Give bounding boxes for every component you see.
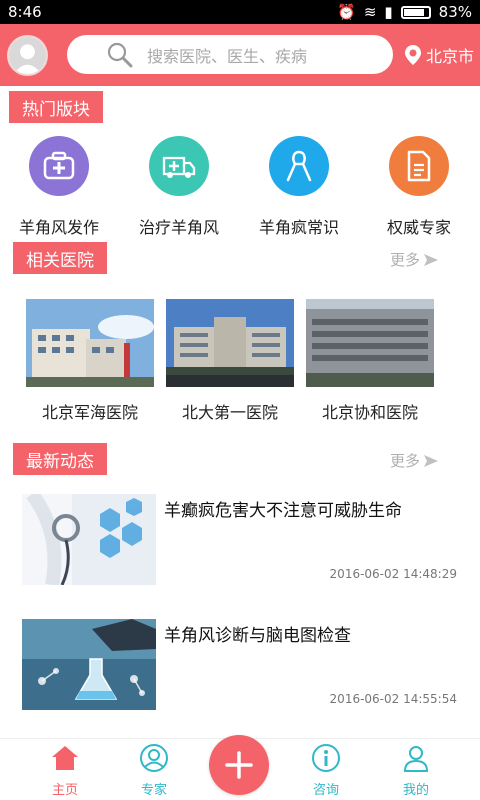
more-label: 更多 [390, 452, 421, 470]
nav-home[interactable]: 主页 [35, 743, 95, 798]
status-bar: 8:46 ⏰ ≋ ▮ 83% [0, 0, 480, 24]
hospital-name: 北京协和医院 [321, 403, 418, 422]
location-label: 北京市 [426, 47, 475, 66]
hospital-name: 北京军海医院 [41, 403, 138, 422]
arrow-right-icon [424, 454, 439, 467]
nav-experts[interactable]: 专家 [124, 743, 184, 798]
nav-label: 咨询 [312, 783, 339, 798]
info-icon [312, 744, 340, 772]
hot-item-label: 治疗羊角风 [138, 218, 219, 237]
search-icon [107, 42, 133, 68]
search-bar[interactable]: 搜索医院、医生、疾病 [67, 35, 393, 74]
hot-item-label: 羊角疯常识 [258, 218, 339, 237]
hot-item-label: 权威专家 [386, 218, 451, 237]
person-icon [403, 746, 429, 772]
status-indicators: ⏰ ≋ ▮ 83% [337, 3, 472, 21]
ribbon-icon [286, 150, 312, 182]
news-thumbnail [22, 494, 156, 585]
search-placeholder: 搜索医院、医生、疾病 [147, 47, 308, 66]
wifi-icon: ≋ [363, 3, 377, 21]
hospital-card-peking-union[interactable]: 北京协和医院 [306, 299, 434, 423]
document-icon [407, 150, 431, 182]
app-screen: 8:46 ⏰ ≋ ▮ 83% 搜索医院、医生、疾病 北京市 热门版块 羊角风发作… [0, 0, 480, 800]
news-thumbnail [22, 619, 156, 710]
status-time: 8:46 [8, 3, 42, 21]
hot-item-icon-bg [389, 136, 449, 196]
nav-label: 主页 [51, 783, 78, 798]
hot-item-seizure[interactable]: 羊角风发作 [4, 136, 114, 238]
hot-item-knowledge[interactable]: 羊角疯常识 [244, 136, 354, 238]
plus-icon [225, 751, 253, 779]
medical-kit-icon [43, 151, 75, 180]
user-avatar[interactable] [7, 35, 48, 76]
news-timestamp: 2016-06-02 14:48:29 [329, 567, 457, 581]
app-header: 搜索医院、医生、疾病 北京市 [0, 24, 480, 86]
news-title: 羊角风诊断与脑电图检查 [164, 626, 351, 646]
add-button[interactable] [209, 735, 269, 795]
arrow-right-icon [424, 253, 439, 266]
section-title-hospitals: 相关医院 [13, 242, 107, 274]
more-hospitals-link[interactable]: 更多 [390, 249, 439, 270]
lab-flask-image [22, 619, 156, 710]
hot-item-experts[interactable]: 权威专家 [364, 136, 474, 238]
location-selector[interactable]: 北京市 [404, 43, 474, 67]
stethoscope-image [22, 494, 156, 585]
home-icon [52, 746, 78, 770]
nav-label: 我的 [402, 783, 429, 798]
hot-item-icon-bg [29, 136, 89, 196]
hospital-photo [306, 299, 434, 387]
hospital-card-junhai[interactable]: 北京军海医院 [26, 299, 154, 423]
section-title-hot: 热门版块 [9, 91, 103, 123]
nav-mine[interactable]: 我的 [386, 743, 446, 798]
hot-item-treatment[interactable]: 治疗羊角风 [124, 136, 234, 238]
more-label: 更多 [390, 251, 421, 269]
more-news-link[interactable]: 更多 [390, 450, 439, 471]
hospital-building-image [306, 299, 434, 387]
hospital-building-image [26, 299, 154, 387]
battery-icon [400, 5, 431, 19]
nav-label: 专家 [140, 783, 167, 798]
hot-item-icon-bg [149, 136, 209, 196]
news-item[interactable]: 羊癫疯危害大不注意可威胁生命 2016-06-02 14:48:29 [0, 494, 480, 604]
avatar-icon [9, 37, 46, 74]
doctor-icon [140, 744, 168, 772]
hospital-card-peking-first[interactable]: 北大第一医院 [166, 299, 294, 423]
news-title: 羊癫疯危害大不注意可威胁生命 [164, 501, 402, 521]
hot-item-icon-bg [269, 136, 329, 196]
hospital-name: 北大第一医院 [181, 403, 278, 422]
hospital-building-image [166, 299, 294, 387]
alarm-icon: ⏰ [337, 3, 356, 21]
nav-consult[interactable]: 咨询 [296, 743, 356, 798]
section-title-news: 最新动态 [13, 443, 107, 475]
battery-percent: 83% [438, 3, 472, 21]
hospital-photo [166, 299, 294, 387]
location-pin-icon [405, 45, 421, 65]
news-timestamp: 2016-06-02 14:55:54 [329, 692, 457, 706]
hospital-photo [26, 299, 154, 387]
hot-item-label: 羊角风发作 [18, 218, 99, 237]
ambulance-icon [162, 156, 196, 178]
news-item[interactable]: 羊角风诊断与脑电图检查 2016-06-02 14:55:54 [0, 619, 480, 729]
signal-icon: ▮ [384, 3, 393, 21]
bottom-navigation: 主页 专家 咨询 我的 [0, 735, 480, 800]
